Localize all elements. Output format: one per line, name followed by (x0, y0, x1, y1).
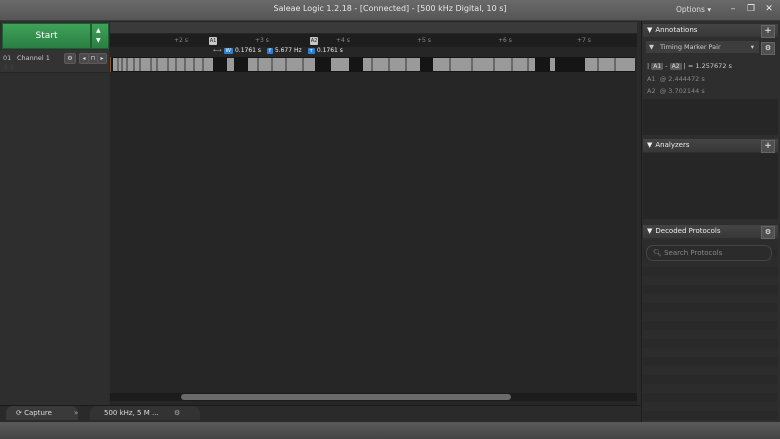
collapse-icon: ▼ (647, 26, 653, 34)
capture-icon: ⟳ (16, 409, 22, 417)
restore-icon[interactable]: ❐ (744, 3, 758, 16)
annotations-header[interactable]: ▼ Annotations (643, 24, 778, 37)
marker-delta: | A1 - A2 | = 1.257672 s (647, 62, 732, 70)
width-line-icon: ⟷ (213, 47, 222, 54)
chevron-right-icon[interactable]: » (74, 406, 78, 420)
drag-handle-icon[interactable]: ⋮⋮ (3, 64, 15, 71)
a2-value: @ 3.702144 s (659, 87, 705, 95)
start-options-button[interactable]: ▲ ▼ (91, 23, 109, 49)
search-protocols-input[interactable]: 🔍︎ Search Protocols (646, 245, 772, 261)
channel-1-waveform[interactable] (110, 57, 635, 72)
analyzers-body (643, 153, 778, 219)
a1-badge: A1 (651, 63, 664, 70)
decoded-protocols-list (643, 240, 778, 420)
trigger-falling-icon[interactable]: ▸ (97, 53, 107, 64)
decoded-protocols-title: Decoded Protocols (655, 227, 721, 235)
collapse-icon: ▼ (647, 141, 653, 149)
marker-a1[interactable]: A1 (209, 37, 217, 45)
analyzers-title: Analyzers (655, 141, 690, 149)
ruler-tick: +4 s (336, 37, 350, 44)
collapse-icon: ▼ (649, 43, 654, 51)
decoded-protocols-header[interactable]: ▼ Decoded Protocols (643, 225, 778, 238)
tab-capture-label: Capture (24, 409, 52, 417)
search-placeholder: Search Protocols (664, 249, 723, 257)
annotation-gear-icon[interactable]: ⚙ (761, 42, 775, 55)
measurement-readout: ⟷ W 0.1761 s f 5.677 Hz τ 0.1761 s (213, 47, 343, 56)
width-value: 0.1761 s (234, 47, 262, 54)
delta-value: = 1.257672 s (687, 62, 732, 70)
arrow-up-icon: ▲ (96, 27, 101, 34)
ruler-tick: +2 s (174, 37, 188, 44)
channel-number: 01 (3, 54, 12, 62)
overview-bar[interactable] (110, 22, 637, 33)
time-ruler[interactable] (110, 34, 637, 47)
a1-value: @ 2.444472 s (659, 75, 705, 83)
tab-capture-settings[interactable]: 500 kHz, 5 M ... (90, 406, 200, 420)
options-menu[interactable]: Options ▾ (676, 5, 711, 14)
channel-pane (0, 21, 109, 405)
close-icon[interactable]: ✕ (762, 3, 776, 16)
marker-a1-time: A1 @ 2.444472 s (647, 75, 705, 83)
annotations-body (643, 99, 778, 135)
decoded-gear-icon[interactable]: ⚙ (761, 226, 775, 239)
timing-marker-pair-label: Timing Marker Pair (660, 43, 721, 51)
tab-settings-label: 500 kHz, 5 M ... (104, 409, 159, 417)
annotations-title: Annotations (655, 26, 698, 34)
marker-a2-time: A2 @ 3.702144 s (647, 87, 705, 95)
frequency-badge: f (266, 48, 273, 54)
analyzers-header[interactable]: ▼ Analyzers (643, 139, 778, 152)
minimize-icon[interactable]: – (726, 3, 740, 16)
period-value: 0.1761 s (316, 47, 343, 54)
period-badge: τ (307, 48, 315, 54)
ruler-tick: +6 s (498, 37, 512, 44)
width-badge: W (223, 48, 233, 54)
settings-gear-icon[interactable]: ⚙ (174, 406, 180, 420)
arrow-down-icon: ▼ (96, 37, 101, 44)
waveform-area[interactable] (110, 21, 637, 405)
ruler-tick: +3 s (255, 37, 269, 44)
ruler-tick: +5 s (417, 37, 431, 44)
status-bar (0, 422, 780, 439)
frequency-value: 5.677 Hz (274, 47, 302, 54)
collapse-icon: ▼ (647, 227, 653, 235)
add-annotation-button[interactable]: + (761, 25, 775, 38)
channel-name[interactable]: Channel 1 (17, 54, 50, 62)
marker-a2[interactable]: A2 (310, 37, 318, 45)
window-title: Saleae Logic 1.2.18 - [Connected] - [500… (273, 4, 507, 13)
dropdown-arrow-icon: ▾ (750, 43, 754, 51)
timing-marker-pair[interactable]: ▼ Timing Marker Pair ▾ (646, 41, 759, 53)
a2-badge: A2 (669, 63, 682, 70)
start-button[interactable]: Start (2, 23, 91, 49)
scrollbar-thumb[interactable] (181, 394, 511, 400)
add-analyzer-button[interactable]: + (761, 140, 775, 153)
gear-icon[interactable]: ⚙ (64, 53, 76, 64)
search-icon: 🔍︎ (653, 249, 662, 257)
a1-label: A1 (647, 75, 656, 83)
a2-label: A2 (647, 87, 656, 95)
ruler-tick: +7 s (577, 37, 591, 44)
tab-capture[interactable]: ⟳ Capture (6, 406, 78, 420)
